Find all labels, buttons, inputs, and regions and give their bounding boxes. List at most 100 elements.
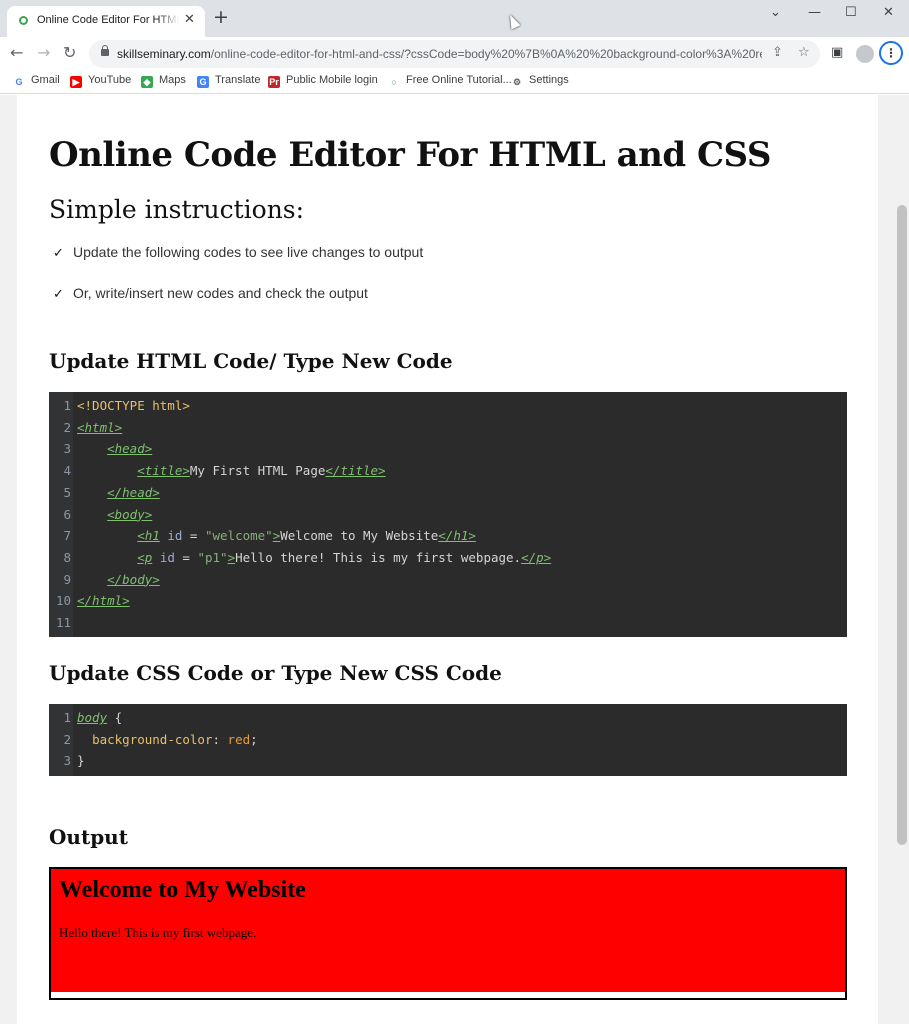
close-window-button[interactable]: ✕ xyxy=(883,5,894,20)
bookmark-label: Maps xyxy=(159,74,186,86)
profile-avatar[interactable] xyxy=(856,45,874,63)
code-line[interactable]: 3 <head> xyxy=(49,438,152,460)
code-token: </head> xyxy=(107,484,160,500)
code-line[interactable]: 8 <p id = "p1">Hello there! This is my f… xyxy=(49,547,551,569)
code-text: background-color: red; xyxy=(77,729,258,751)
code-token: <html> xyxy=(77,419,123,435)
url-text[interactable]: skillseminary.com/online-code-editor-for… xyxy=(117,47,762,61)
maximize-button[interactable]: ☐ xyxy=(845,5,857,20)
code-token: > xyxy=(227,549,236,565)
code-token: id xyxy=(167,528,183,544)
bookmark-item[interactable]: ⚙ Settings xyxy=(511,74,569,88)
bookmark-item[interactable]: Pr Public Mobile login xyxy=(268,74,378,88)
css-code-editor[interactable]: 1 body {2 background-color: red; 3} xyxy=(49,704,847,776)
code-token: ; xyxy=(250,731,258,747)
code-line[interactable]: 6 <body> xyxy=(49,504,152,526)
line-number: 7 xyxy=(63,528,71,544)
bookmark-label: Gmail xyxy=(31,74,60,86)
bookmark-item[interactable]: ○ Free Online Tutorial... xyxy=(388,74,512,88)
minimize-button[interactable]: — xyxy=(808,5,821,20)
code-token: { xyxy=(107,710,123,725)
bookmark-item[interactable]: G Gmail xyxy=(13,74,60,88)
code-line[interactable]: 4 <title>My First HTML Page</title> xyxy=(49,460,385,482)
code-token: <h1 xyxy=(137,528,160,544)
code-text: } xyxy=(77,750,85,772)
code-line[interactable]: 2 <html> xyxy=(49,417,122,439)
code-line[interactable]: 1 body { xyxy=(49,707,122,729)
code-token: </body> xyxy=(107,571,160,587)
lock-icon[interactable] xyxy=(101,45,109,56)
back-button[interactable]: ← xyxy=(10,43,23,62)
line-number: 3 xyxy=(63,753,71,769)
line-number: 3 xyxy=(63,441,71,457)
tab-strip: Online Code Editor For HTML And CSS ✕ + … xyxy=(0,0,909,37)
line-number: 2 xyxy=(63,419,71,435)
code-text: <p id = "p1">Hello there! This is my fir… xyxy=(77,547,551,569)
bookmark-star-icon[interactable]: ☆ xyxy=(798,45,810,60)
scrollbar-thumb[interactable] xyxy=(897,205,907,845)
new-tab-button[interactable]: + xyxy=(213,7,229,27)
code-token: id xyxy=(159,549,175,565)
code-text: </html> xyxy=(77,590,130,612)
code-line[interactable]: 9 </body> xyxy=(49,569,159,591)
output-body: Welcome to My Website Hello there! This … xyxy=(51,869,845,992)
maps-icon: ◆ xyxy=(141,76,153,88)
reload-button[interactable]: ↻ xyxy=(63,43,76,62)
bookmark-item[interactable]: G Translate xyxy=(197,74,260,88)
code-token: "welcome" xyxy=(204,528,273,544)
code-token: </h1> xyxy=(438,528,476,544)
code-token: </p> xyxy=(521,549,552,565)
share-icon[interactable]: ⇪ xyxy=(772,45,783,60)
output-frame[interactable]: Welcome to My Website Hello there! This … xyxy=(49,867,847,1000)
bookmark-item[interactable]: ◆ Maps xyxy=(141,74,186,88)
code-token: red xyxy=(227,731,251,747)
output-heading-text: Welcome to My Website xyxy=(59,877,306,903)
check-icon: ✓ xyxy=(53,246,64,261)
code-line[interactable]: 5 </head> xyxy=(49,482,159,504)
tab-close-icon[interactable]: ✕ xyxy=(184,12,195,27)
instruction-item: Or, write/insert new codes and check the… xyxy=(73,285,368,301)
code-token: <!DOCTYPE html> xyxy=(77,398,190,413)
code-token: <head> xyxy=(107,441,153,457)
page-content: Online Code Editor For HTML and CSS Simp… xyxy=(17,95,878,1024)
code-token: My First HTML Page xyxy=(189,463,326,479)
code-token: <body> xyxy=(107,506,153,522)
code-text: </body> xyxy=(77,569,160,591)
code-line[interactable]: 1 <!DOCTYPE html> xyxy=(49,395,189,417)
address-bar[interactable]: skillseminary.com/online-code-editor-for… xyxy=(89,40,820,68)
output-heading: Output xyxy=(49,825,128,849)
page-scrollbar[interactable] xyxy=(895,95,909,1024)
youtube-icon: ▶ xyxy=(70,76,82,88)
code-token: </html> xyxy=(77,593,130,609)
check-icon: ✓ xyxy=(53,287,64,302)
code-text: <!DOCTYPE html> xyxy=(77,395,190,417)
page-viewport: Online Code Editor For HTML and CSS Simp… xyxy=(0,95,909,1024)
bookmark-item[interactable]: ▶ YouTube xyxy=(70,74,131,88)
browser-menu-button[interactable]: ⋮ xyxy=(879,41,903,65)
code-line[interactable]: 2 background-color: red; xyxy=(49,729,257,751)
url-domain: skillseminary.com xyxy=(117,47,211,61)
google-icon: G xyxy=(15,77,23,87)
mouse-cursor-icon xyxy=(505,12,521,30)
code-line[interactable]: 3} xyxy=(49,750,84,772)
tab-search-chevron-icon[interactable]: ⌄ xyxy=(770,5,781,20)
code-token: = xyxy=(174,549,198,565)
code-token: <p xyxy=(137,549,153,565)
forward-button[interactable]: → xyxy=(37,43,50,62)
code-token: background-color xyxy=(92,731,213,747)
line-number: 2 xyxy=(63,731,71,747)
side-panel-icon[interactable]: ▣ xyxy=(831,45,843,60)
code-line[interactable]: 11 xyxy=(49,612,71,634)
code-line[interactable]: 10 </html> xyxy=(49,590,130,612)
line-number: 6 xyxy=(63,506,71,522)
code-line[interactable]: 7 <h1 id = "welcome">Welcome to My Websi… xyxy=(49,525,475,547)
browser-tab[interactable]: Online Code Editor For HTML And CSS ✕ xyxy=(7,6,205,37)
line-number: 1 xyxy=(63,710,71,725)
html-code-editor[interactable]: 1 <!DOCTYPE html> 2 <html> 3 <head> 4 <title>… xyxy=(49,392,847,637)
